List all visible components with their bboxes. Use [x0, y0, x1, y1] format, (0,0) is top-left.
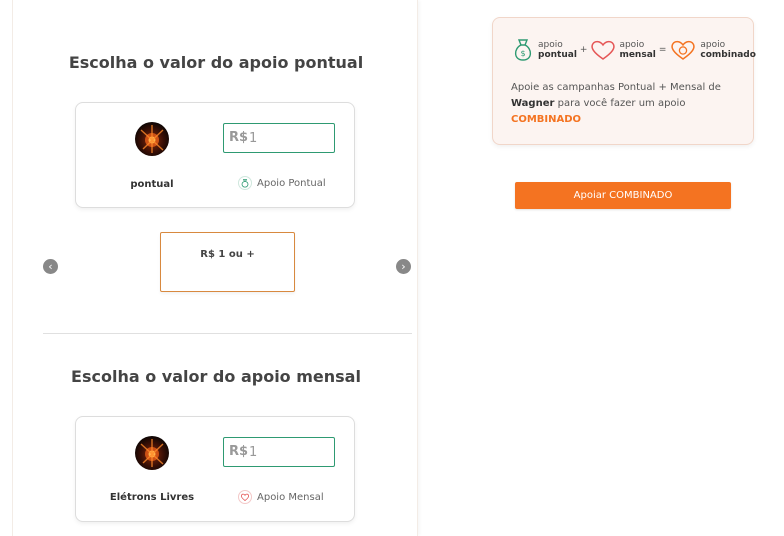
mensal-term-top: apoio [619, 40, 645, 50]
pontual-term-bottom: pontual [538, 50, 577, 60]
currency-label: R$ [229, 444, 249, 459]
mensal-amount-field[interactable]: R$ [223, 437, 335, 467]
apoio-mensal-tag: Apoio Mensal [238, 489, 324, 505]
desc-middle: para você fazer um apoio [554, 98, 686, 109]
chevron-left-icon[interactable]: ‹ [43, 259, 58, 274]
combinado-term-top: apoio [700, 40, 726, 50]
campaign-name: Elétrons Livres [109, 492, 195, 503]
desc-prefix: Apoie as campanhas Pontual + Mensal de [511, 82, 721, 93]
money-bag-icon [238, 176, 252, 190]
plus-sign: + [579, 45, 588, 55]
pontual-section-title: Escolha o valor do apoio pontual [68, 53, 364, 72]
page: Escolha o valor do apoio pontual pontual… [0, 0, 784, 536]
pontual-amount-input[interactable] [249, 129, 329, 147]
combined-formula: $ apoio pontual + apoio mensal = apoio comb… [511, 35, 756, 65]
pontual-term: $ apoio pontual [511, 37, 577, 63]
apoiar-combinado-button[interactable]: Apoiar COMBINADO [515, 182, 731, 209]
money-bag-icon: $ [514, 39, 532, 61]
mensal-term: apoio mensal [590, 39, 656, 61]
svg-text:$: $ [520, 49, 525, 58]
apoio-pontual-tag: Apoio Pontual [238, 175, 326, 191]
campaign-avatar [135, 436, 169, 470]
combinado-term-bottom: combinado [700, 50, 756, 60]
combinado-term: apoio combinado [669, 38, 756, 62]
pontual-card: pontual R$ Apoio Pontual [75, 102, 355, 208]
heart-icon [591, 40, 616, 60]
pontual-term-top: apoio [538, 40, 563, 50]
combined-support-info: $ apoio pontual + apoio mensal = apoio comb… [492, 17, 756, 145]
mensal-amount-input[interactable] [249, 443, 329, 461]
chevron-right-icon[interactable]: › [396, 259, 411, 274]
apoio-type-label: Apoio Mensal [257, 491, 324, 503]
equals-sign: = [658, 45, 667, 55]
section-divider [43, 333, 412, 334]
combined-heart-icon [671, 40, 696, 60]
mensal-section-title: Escolha o valor do apoio mensal [71, 367, 361, 386]
combinado-highlight: COMBINADO [511, 114, 582, 125]
support-selection-panel: Escolha o valor do apoio pontual pontual… [12, 0, 418, 536]
combined-description: Apoie as campanhas Pontual + Mensal de W… [511, 80, 743, 128]
campaign-avatar [135, 122, 169, 156]
pontual-amount-field[interactable]: R$ [223, 123, 335, 153]
apoio-type-label: Apoio Pontual [257, 177, 326, 189]
heart-icon [238, 490, 252, 504]
carousel-value-option[interactable]: R$ 1 ou + [160, 232, 295, 292]
mensal-card: Elétrons Livres R$ Apoio Mensal [75, 416, 355, 522]
campaign-name: pontual [130, 179, 174, 190]
mensal-term-bottom: mensal [619, 50, 656, 60]
creator-name: Wagner [511, 98, 555, 109]
currency-label: R$ [229, 130, 249, 145]
